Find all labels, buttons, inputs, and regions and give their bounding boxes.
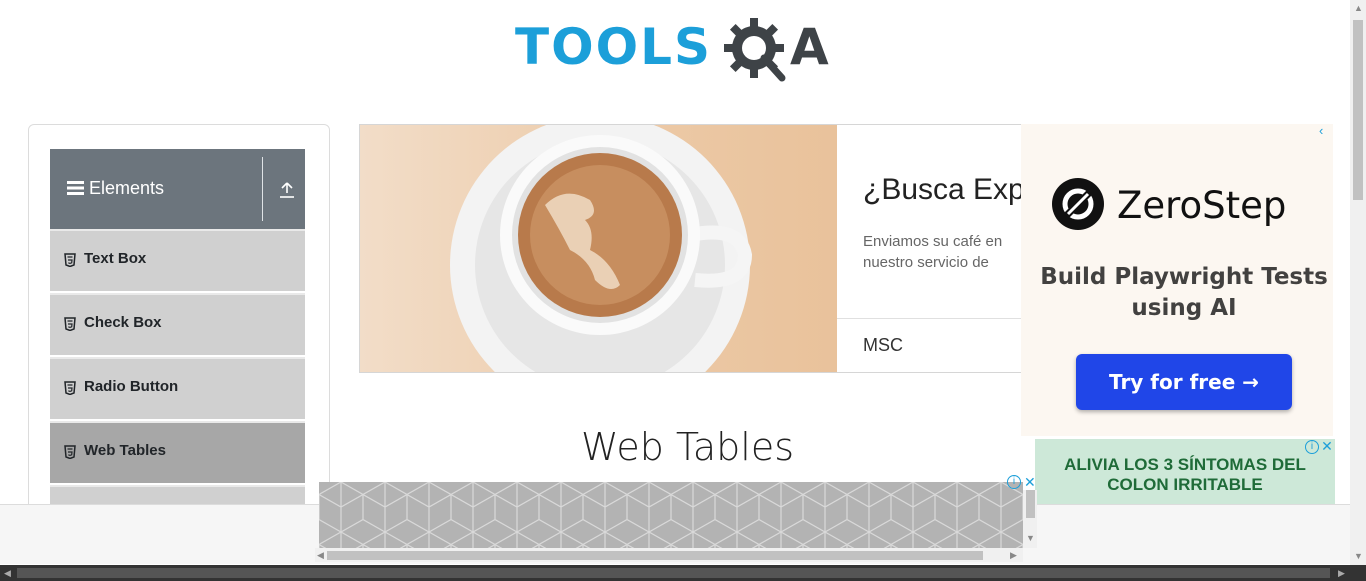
ad-info-icon[interactable]: i	[1305, 440, 1319, 454]
page-title: Web Tables	[581, 425, 794, 469]
sidebar-item-next[interactable]	[50, 485, 305, 505]
colon-ad-text: ALIVIA LOS 3 SÍNTOMAS DEL COLON IRRITABL…	[1064, 455, 1306, 494]
zerostep-logo-icon	[1052, 178, 1104, 230]
ad-close-icon[interactable]: ✕	[1024, 474, 1038, 490]
logo-tools-text: TOOLS	[515, 18, 712, 76]
zerostep-brand: ZeroStep	[1117, 184, 1287, 227]
scrollbar-thumb[interactable]	[17, 568, 1330, 578]
sidebar-item-label: Web Tables	[84, 442, 166, 459]
scroll-up-arrow-icon[interactable]: ▲	[1354, 0, 1363, 16]
zerostep-ad[interactable]: ‹ ZeroStep Build Playwright Tests using …	[1021, 124, 1333, 436]
coffee-ad-brand: MSC	[863, 335, 903, 355]
coffee-cup-image	[360, 125, 837, 372]
sidebar-item-label: Text Box	[84, 250, 147, 267]
html5-icon	[64, 253, 76, 267]
geometric-pattern	[319, 482, 1023, 548]
scrollbar-thumb[interactable]	[1026, 490, 1035, 518]
scroll-down-arrow-icon[interactable]: ▼	[1354, 548, 1363, 564]
adchoices-arrow-icon[interactable]: ‹	[1319, 124, 1331, 138]
scrollbar-thumb[interactable]	[327, 551, 983, 560]
sidebar-item-check-box[interactable]: Check Box	[50, 293, 305, 355]
collapse-up-icon[interactable]	[279, 182, 295, 198]
elements-group-title: Elements	[67, 178, 164, 199]
sidebar-item-web-tables[interactable]: Web Tables	[50, 421, 305, 483]
ad-info-icon[interactable]: i	[1007, 475, 1021, 489]
elements-group-label: Elements	[89, 178, 165, 198]
html5-icon	[64, 317, 76, 331]
scroll-down-arrow-icon[interactable]: ▼	[1026, 530, 1035, 546]
hamburger-icon	[67, 181, 84, 195]
sidebar-item-text-box[interactable]: Text Box	[50, 229, 305, 291]
coffee-cup-illustration	[450, 125, 753, 372]
scroll-right-arrow-icon[interactable]: ▶	[1338, 565, 1345, 581]
ad-horizontal-scrollbar[interactable]: ◀ ▶	[315, 548, 1023, 562]
sidebar-item-radio-button[interactable]: Radio Button	[50, 357, 305, 419]
html5-icon	[64, 381, 76, 395]
scrollbar-thumb[interactable]	[1353, 20, 1363, 200]
elements-group-header[interactable]: Elements	[50, 149, 305, 229]
coffee-ad-description: Enviamos su café en nuestro servicio de	[863, 233, 1003, 271]
html5-icon	[64, 445, 76, 459]
colon-ad[interactable]: ALIVIA LOS 3 SÍNTOMAS DEL COLON IRRITABL…	[1035, 439, 1335, 504]
try-for-free-button[interactable]: Try for free →	[1076, 354, 1292, 410]
sidebar-item-label: Radio Button	[84, 378, 179, 395]
toolsqa-logo[interactable]: TOOLS A	[515, 16, 840, 92]
zerostep-tagline: Build Playwright Tests using AI	[1040, 264, 1328, 321]
page-horizontal-scrollbar[interactable]: ◀ ▶	[0, 565, 1366, 581]
scroll-right-arrow-icon[interactable]: ▶	[1010, 547, 1017, 563]
bottom-banner-ad[interactable]	[319, 482, 1023, 548]
ad-close-icon[interactable]: ✕	[1319, 439, 1335, 455]
scroll-left-arrow-icon[interactable]: ◀	[317, 547, 324, 563]
coffee-ad-headline: ¿Busca Expo	[863, 173, 1042, 206]
gear-magnifier-icon	[724, 18, 786, 82]
coffee-ad[interactable]: ¿Busca Expo Enviamos su café en nuestro …	[359, 124, 1059, 373]
page-vertical-scrollbar[interactable]: ▲ ▼	[1350, 0, 1366, 565]
scroll-left-arrow-icon[interactable]: ◀	[4, 565, 11, 581]
header-divider	[262, 157, 263, 221]
logo-a-text: A	[790, 18, 829, 76]
ad-vertical-scrollbar[interactable]: ▼	[1023, 490, 1037, 548]
sidebar-item-label: Check Box	[84, 314, 162, 331]
